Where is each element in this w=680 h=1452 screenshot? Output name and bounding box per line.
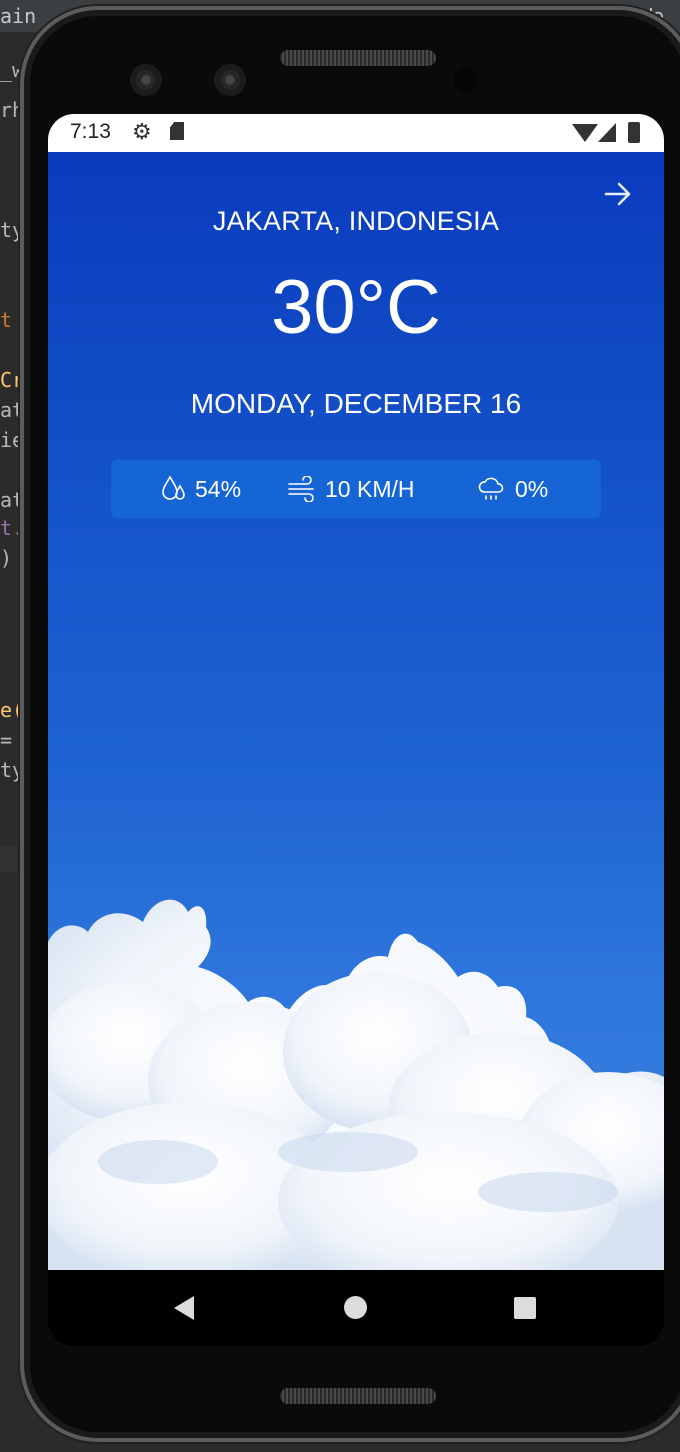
precipitation-value: 0% bbox=[515, 475, 549, 502]
date-label: MONDAY, DECEMBER 16 bbox=[190, 388, 522, 419]
proximity-sensor bbox=[454, 68, 478, 92]
wind-value: 10 KM/H bbox=[325, 475, 415, 502]
back-icon[interactable] bbox=[174, 1296, 194, 1320]
location-label: JAKARTA, INDONESIA bbox=[212, 206, 500, 236]
gear-icon: ⚙ bbox=[132, 119, 152, 144]
signal-icon bbox=[598, 123, 616, 142]
wifi-icon bbox=[572, 124, 598, 142]
home-icon[interactable] bbox=[344, 1296, 367, 1319]
status-time: 7:13 bbox=[70, 120, 111, 143]
earpiece-speaker bbox=[280, 50, 436, 66]
weather-background: JAKARTA, INDONESIA 30°C MONDAY, DECEMBER… bbox=[48, 152, 664, 1270]
humidity-icon bbox=[162, 475, 185, 500]
rain-cloud-icon bbox=[478, 477, 504, 500]
status-bar: 7:13 ⚙ bbox=[48, 114, 664, 152]
wind-icon bbox=[288, 476, 314, 502]
weather-stats-panel: 54% 10 KM/H 0% bbox=[111, 460, 601, 518]
wind-stat: 10 KM/H bbox=[287, 460, 414, 518]
battery-icon bbox=[628, 122, 640, 143]
navigation-bar bbox=[48, 1270, 664, 1346]
precipitation-stat: 0% bbox=[477, 460, 548, 518]
bottom-speaker bbox=[280, 1388, 436, 1404]
temperature-value: 30°C bbox=[271, 265, 441, 350]
sd-card-icon bbox=[170, 122, 184, 140]
ide-tab-label-left[interactable]: ain bbox=[0, 4, 36, 28]
front-camera bbox=[130, 64, 162, 96]
humidity-value: 54% bbox=[195, 475, 242, 502]
phone-screen: 7:13 ⚙ JAKARTA, INDONESIA 30°C MONDAY, D… bbox=[48, 114, 664, 1346]
humidity-stat: 54% bbox=[161, 460, 241, 518]
recents-icon[interactable] bbox=[514, 1297, 536, 1319]
front-camera bbox=[214, 64, 246, 96]
